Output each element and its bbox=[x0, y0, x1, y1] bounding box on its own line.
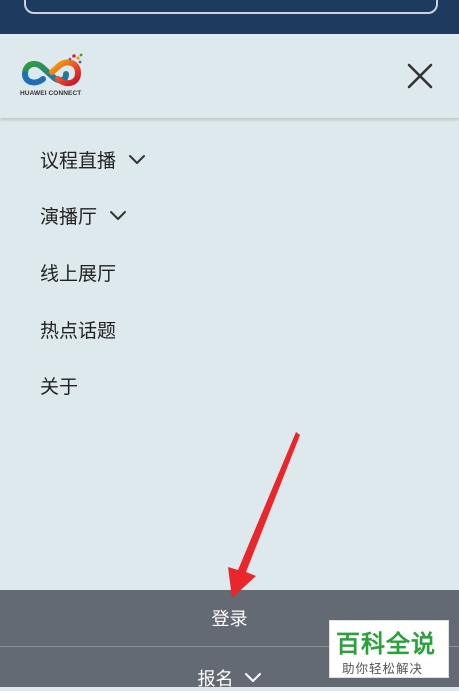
chevron-down-icon bbox=[129, 155, 146, 164]
nav-item-label: 演播厅 bbox=[40, 205, 98, 228]
nav-item-label: 议程直播 bbox=[40, 149, 117, 172]
infinity-logo-icon bbox=[22, 53, 83, 87]
nav-item-online-exhibition[interactable]: 线上展厅 bbox=[40, 257, 116, 287]
watermark-subtitle: 助你轻松解决 bbox=[342, 661, 424, 676]
nav-item-about[interactable]: 关于 bbox=[40, 370, 78, 400]
close-icon bbox=[407, 63, 433, 89]
huawei-connect-logo[interactable]: HUAWEI CONNECT bbox=[20, 52, 88, 100]
close-button[interactable] bbox=[402, 58, 438, 94]
nav-item-hot-topics[interactable]: 热点话题 bbox=[40, 314, 116, 344]
nav-item-label: 热点话题 bbox=[40, 319, 117, 342]
menu-header: HUAWEI CONNECT bbox=[0, 34, 459, 118]
nav-item-label: 线上展厅 bbox=[40, 262, 117, 285]
top-bar bbox=[0, 0, 459, 34]
chevron-down-icon bbox=[110, 211, 127, 220]
signup-label: 报名 bbox=[197, 669, 234, 690]
nav-item-agenda-live[interactable]: 议程直播 bbox=[40, 144, 146, 174]
search-field-edge[interactable] bbox=[24, 0, 438, 14]
chevron-down-icon bbox=[244, 673, 261, 682]
nav-item-label: 关于 bbox=[40, 375, 79, 398]
logo-text: HUAWEI CONNECT bbox=[20, 90, 82, 97]
login-label: 登录 bbox=[211, 609, 248, 630]
nav-item-studio[interactable]: 演播厅 bbox=[40, 200, 127, 230]
watermark-title: 百科全说 bbox=[336, 630, 436, 658]
watermark: 百科全说 助你轻松解决 bbox=[329, 620, 449, 678]
